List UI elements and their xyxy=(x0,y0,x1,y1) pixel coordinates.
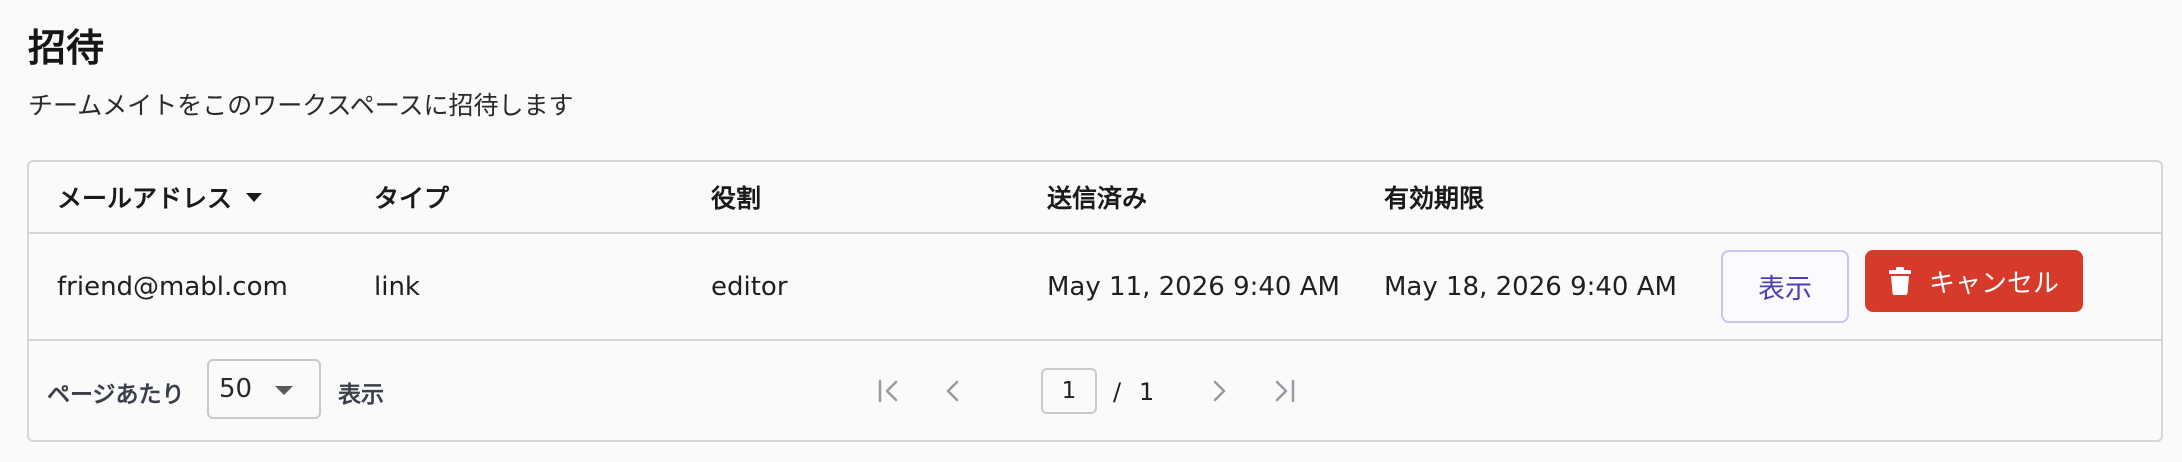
prev-page-icon[interactable] xyxy=(940,378,968,404)
page-subtitle: チームメイトをこのワークスペースに招待します xyxy=(28,91,574,120)
column-header-email[interactable]: メールアドレス xyxy=(57,162,263,232)
column-header-expires: 有効期限 xyxy=(1384,184,1485,213)
table-row: friend@mabl.com link editor May 11, 2026… xyxy=(29,234,2161,341)
column-header-type: タイプ xyxy=(374,184,450,213)
page-separator: / xyxy=(1113,377,1122,406)
show-label: 表示 xyxy=(338,381,384,408)
pagination-bar: ページあたり 50 表示 1 / 1 xyxy=(29,341,2161,442)
column-header-sent: 送信済み xyxy=(1047,184,1148,213)
last-page-icon[interactable] xyxy=(1269,378,1297,404)
trash-icon xyxy=(1888,267,1911,295)
first-page-icon[interactable] xyxy=(876,378,904,404)
per-page-select[interactable]: 50 xyxy=(207,359,321,419)
cancel-invite-label: キャンセル xyxy=(1928,268,2059,299)
invitations-page: 招待 チームメイトをこのワークスペースに招待します メールアドレス タイプ 役割… xyxy=(0,0,2182,462)
per-page-value: 50 xyxy=(219,374,253,404)
cell-expires: May 18, 2026 9:40 AM xyxy=(1384,271,1677,302)
invitations-table: メールアドレス タイプ 役割 送信済み 有効期限 friend@mabl.com… xyxy=(27,160,2163,442)
cell-role: editor xyxy=(711,271,788,302)
per-page-label: ページあたり xyxy=(47,381,185,408)
cell-sent: May 11, 2026 9:40 AM xyxy=(1047,271,1340,302)
chevron-down-icon xyxy=(275,386,293,395)
next-page-icon[interactable] xyxy=(1204,378,1232,404)
cancel-invite-button[interactable]: キャンセル xyxy=(1865,250,2083,312)
view-button[interactable]: 表示 xyxy=(1721,250,1849,323)
column-header-email-label: メールアドレス xyxy=(57,184,233,213)
cell-type: link xyxy=(374,271,420,302)
table-header-row: メールアドレス タイプ 役割 送信済み 有効期限 xyxy=(29,162,2161,234)
cell-email: friend@mabl.com xyxy=(57,271,288,302)
column-header-role: 役割 xyxy=(711,184,762,213)
page-number-input[interactable]: 1 xyxy=(1041,368,1097,414)
total-pages: 1 xyxy=(1139,377,1155,406)
sort-desc-icon xyxy=(246,192,263,202)
page-title: 招待 xyxy=(28,26,105,70)
